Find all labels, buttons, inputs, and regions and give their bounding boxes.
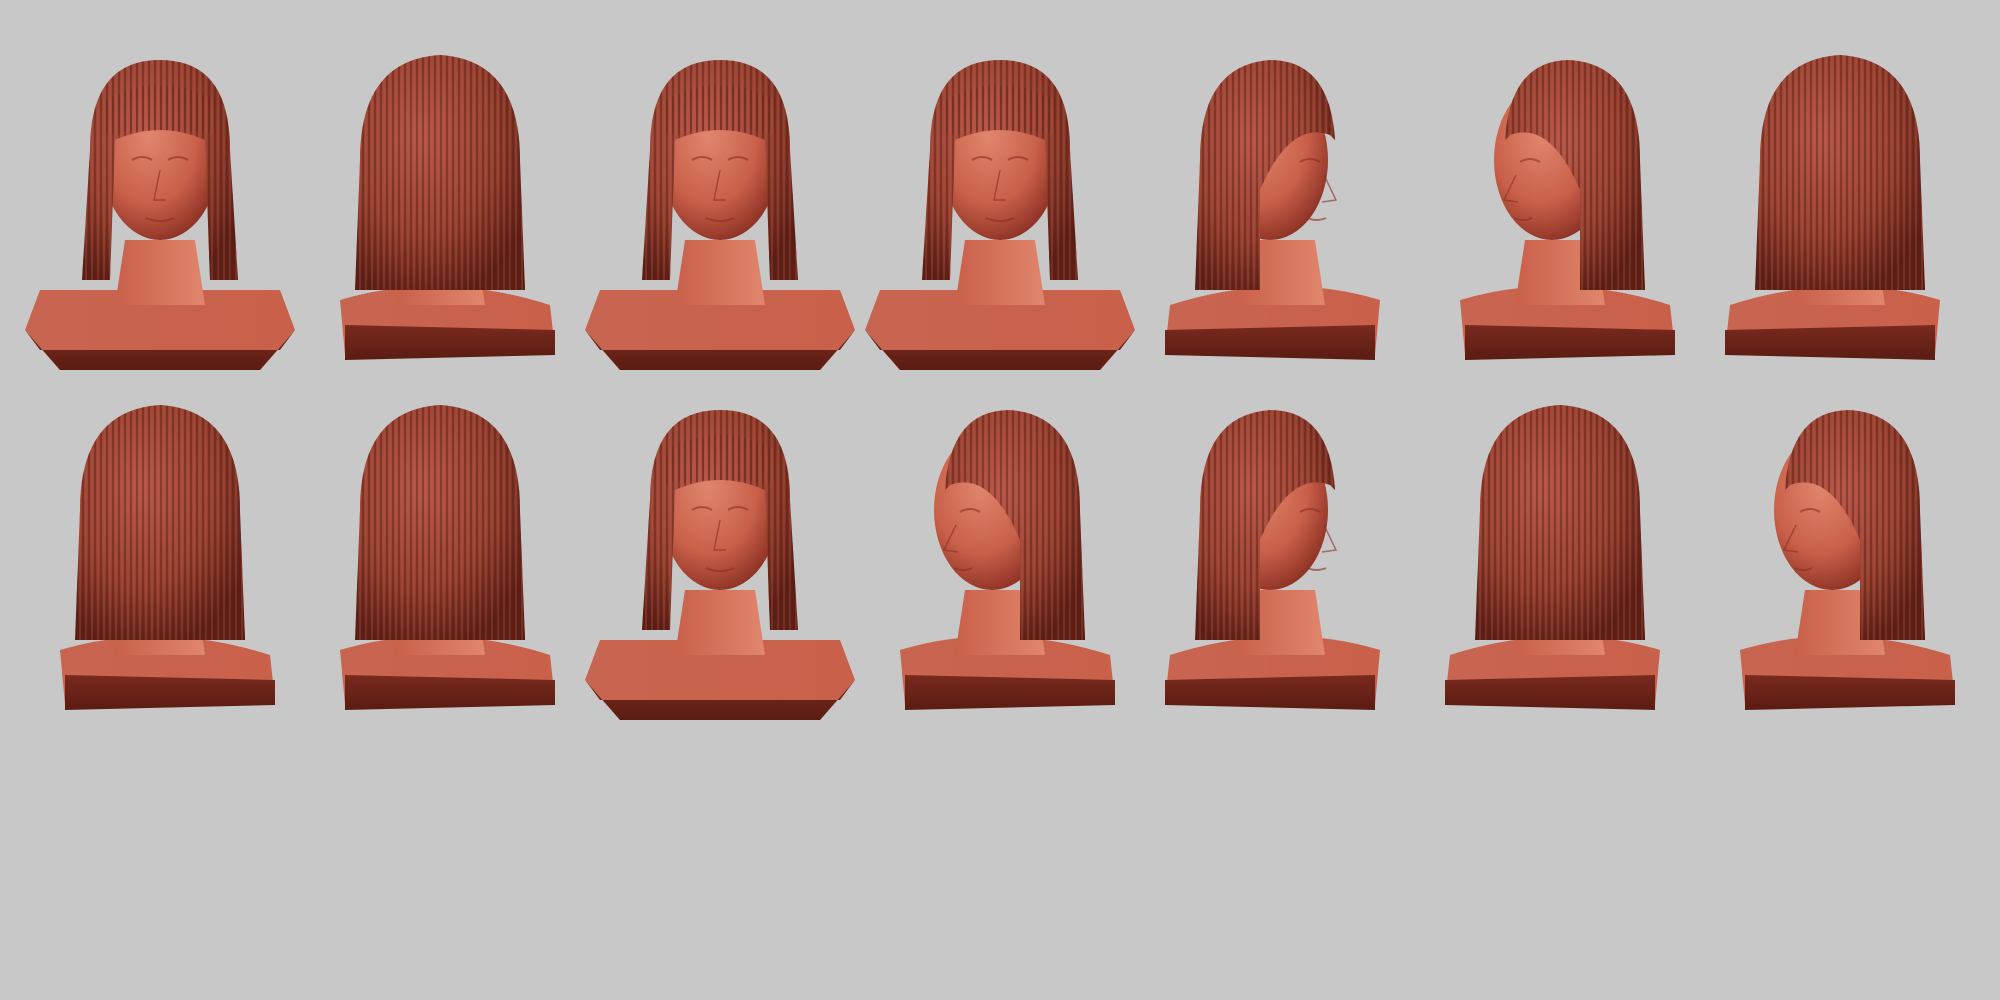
hair (355, 405, 525, 640)
render-turnaround-sheet (0, 0, 2000, 1000)
bust-view-3q-left-low (1740, 410, 1955, 710)
neck (675, 240, 765, 305)
neck (675, 590, 765, 655)
bust-view-profile-right-low (1165, 410, 1380, 710)
hair (1475, 405, 1645, 640)
turnaround-canvas (25, 55, 1955, 720)
hair (1755, 55, 1925, 290)
bust-view-back-3q-right (340, 55, 555, 360)
bust-view-back-3q-left (1725, 55, 1940, 360)
bust-view-back-center (340, 405, 555, 710)
neck (955, 240, 1045, 305)
bust-view-back-3q-right-low (60, 405, 275, 710)
hair (75, 405, 245, 640)
bust-view-back-3q-low (1445, 405, 1660, 710)
bust-view-front-down-left (900, 410, 1115, 710)
bust-view-front-3q-left (25, 60, 295, 370)
bust-view-front-center-low (585, 410, 855, 720)
neck (115, 240, 205, 305)
bust-view-3q-left (1460, 60, 1675, 360)
bust-view-profile-right (1165, 60, 1380, 360)
bust-view-front-center (585, 60, 855, 370)
bust-view-front-center-2 (865, 60, 1135, 370)
hair (355, 55, 525, 290)
